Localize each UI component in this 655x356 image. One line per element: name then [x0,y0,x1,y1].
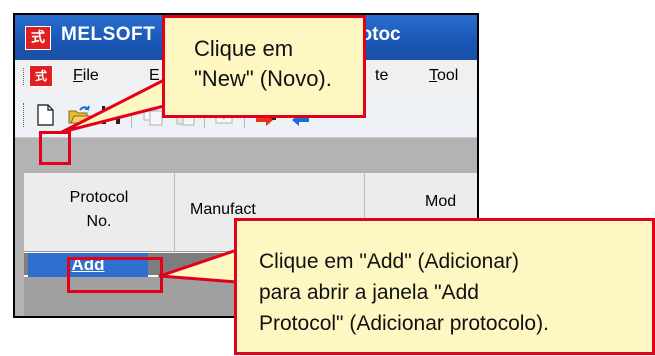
callout-new-line2: "New" (Novo). [194,66,332,91]
callout-add-line3: Protocol" (Adicionar protocolo). [259,312,549,335]
callout-add-line2: para abrir a janela "Add [259,281,479,304]
callout-add-line1: Clique em "Add" (Adicionar) [259,250,520,273]
callout-new: Clique em "New" (Novo). [162,15,366,118]
callout-new-line1: Clique em [194,36,294,61]
callout-add: Clique em "Add" (Adicionar) para abrir a… [234,218,655,355]
